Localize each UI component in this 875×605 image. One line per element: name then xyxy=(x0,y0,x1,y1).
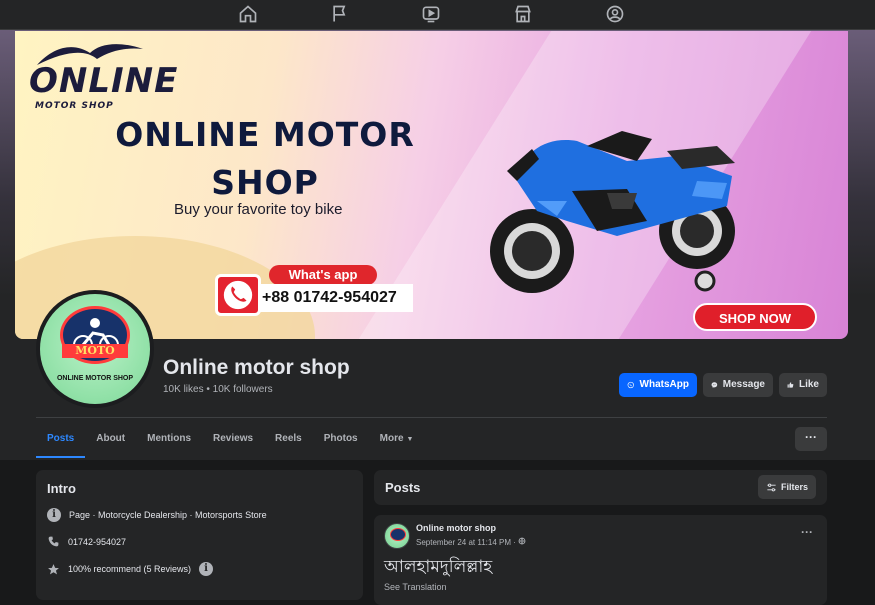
page-title: Online motor shop xyxy=(163,356,350,379)
cover-logo-text: ONLINE xyxy=(29,61,179,101)
home-icon[interactable] xyxy=(238,4,258,24)
tab-reviews[interactable]: Reviews xyxy=(202,420,264,458)
messenger-icon xyxy=(711,382,718,388)
intro-recommend: 100% recommend (5 Reviews) xyxy=(68,564,192,574)
cover-logo-subtext: MOTOR SHOP xyxy=(35,101,114,111)
post-author[interactable]: Online motor shop xyxy=(416,523,496,533)
page-stats[interactable]: 10K likes • 10K followers xyxy=(163,384,273,395)
cover-phone-number: +88 01742-954027 xyxy=(259,284,413,312)
like-button-label: Like xyxy=(798,379,819,390)
message-button[interactable]: Message xyxy=(703,373,773,397)
more-options-button[interactable]: ··· xyxy=(795,427,827,451)
tab-mentions[interactable]: Mentions xyxy=(136,420,202,458)
section-divider xyxy=(36,417,827,418)
tab-photos[interactable]: Photos xyxy=(313,420,369,458)
tab-more-label: More xyxy=(379,433,404,444)
marketplace-icon[interactable] xyxy=(513,4,533,24)
info-icon[interactable]: i xyxy=(199,562,214,576)
video-icon[interactable] xyxy=(421,4,441,24)
intro-category: Page · Motorcycle Dealership · Motorspor… xyxy=(69,510,267,520)
avatar-badge xyxy=(390,528,406,541)
post-body: আলহামদুলিল্লাহ xyxy=(384,557,493,577)
groups-icon[interactable] xyxy=(605,4,625,24)
post-options-icon[interactable]: ··· xyxy=(801,525,813,539)
tab-posts[interactable]: Posts xyxy=(36,420,86,458)
info-icon: i xyxy=(47,508,61,522)
post-card: Online motor shop September 24 at 11:14 … xyxy=(374,515,827,605)
filters-button-label: Filters xyxy=(780,482,808,492)
avatar[interactable] xyxy=(384,523,410,549)
post-timestamp[interactable]: September 24 at 11:14 PM · xyxy=(416,537,526,547)
tab-reels[interactable]: Reels xyxy=(264,420,313,458)
toy-motorbike-illustration xyxy=(490,131,735,293)
intro-phone[interactable]: 01742-954027 xyxy=(68,537,126,547)
flag-icon[interactable] xyxy=(330,4,350,24)
posts-title: Posts xyxy=(385,480,421,495)
globe-icon xyxy=(518,537,526,545)
cover-photo[interactable]: ONLINE MOTOR SHOP ONLINE MOTOR SHOP Buy … xyxy=(15,31,848,339)
intro-phone-row: 01742-954027 xyxy=(47,535,126,548)
sliders-icon xyxy=(767,483,776,491)
phone-icon xyxy=(48,536,59,547)
shop-now-banner: SHOP NOW xyxy=(693,303,817,331)
whatsapp-button[interactable]: WhatsApp xyxy=(619,373,697,397)
cover-headline: ONLINE MOTOR SHOP xyxy=(115,115,415,202)
like-button[interactable]: Like xyxy=(779,373,827,397)
page-tabs: Posts About Mentions Reviews Reels Photo… xyxy=(36,420,424,458)
phone-icon xyxy=(215,274,261,316)
intro-category-row: i Page · Motorcycle Dealership · Motorsp… xyxy=(47,508,267,522)
top-navigation-bar xyxy=(0,0,875,30)
profile-caption: ONLINE MOTOR SHOP xyxy=(56,375,134,382)
thumbs-up-icon xyxy=(787,382,794,388)
tab-more[interactable]: More ▼ xyxy=(369,420,425,458)
whatsapp-button-label: WhatsApp xyxy=(639,379,689,390)
tab-about[interactable]: About xyxy=(85,420,136,458)
posts-header-card: Posts Filters xyxy=(374,470,827,505)
whatsapp-icon xyxy=(627,381,634,389)
chevron-down-icon: ▼ xyxy=(406,436,414,443)
intro-card: Intro i Page · Motorcycle Dealership · M… xyxy=(36,470,363,600)
intro-title: Intro xyxy=(47,481,76,496)
cover-whatsapp-label: What's app xyxy=(269,265,377,285)
profile-picture[interactable]: MOTO ONLINE MOTOR SHOP xyxy=(40,294,150,404)
post-time-text: September 24 at 11:14 PM · xyxy=(416,538,519,547)
cover-tagline: Buy your favorite toy bike xyxy=(174,201,343,218)
message-button-label: Message xyxy=(722,379,765,390)
filters-button[interactable]: Filters xyxy=(757,475,816,499)
intro-recommend-row: 100% recommend (5 Reviews) i xyxy=(47,562,214,576)
profile-badge-text: MOTO xyxy=(62,344,128,358)
star-icon xyxy=(48,563,59,574)
